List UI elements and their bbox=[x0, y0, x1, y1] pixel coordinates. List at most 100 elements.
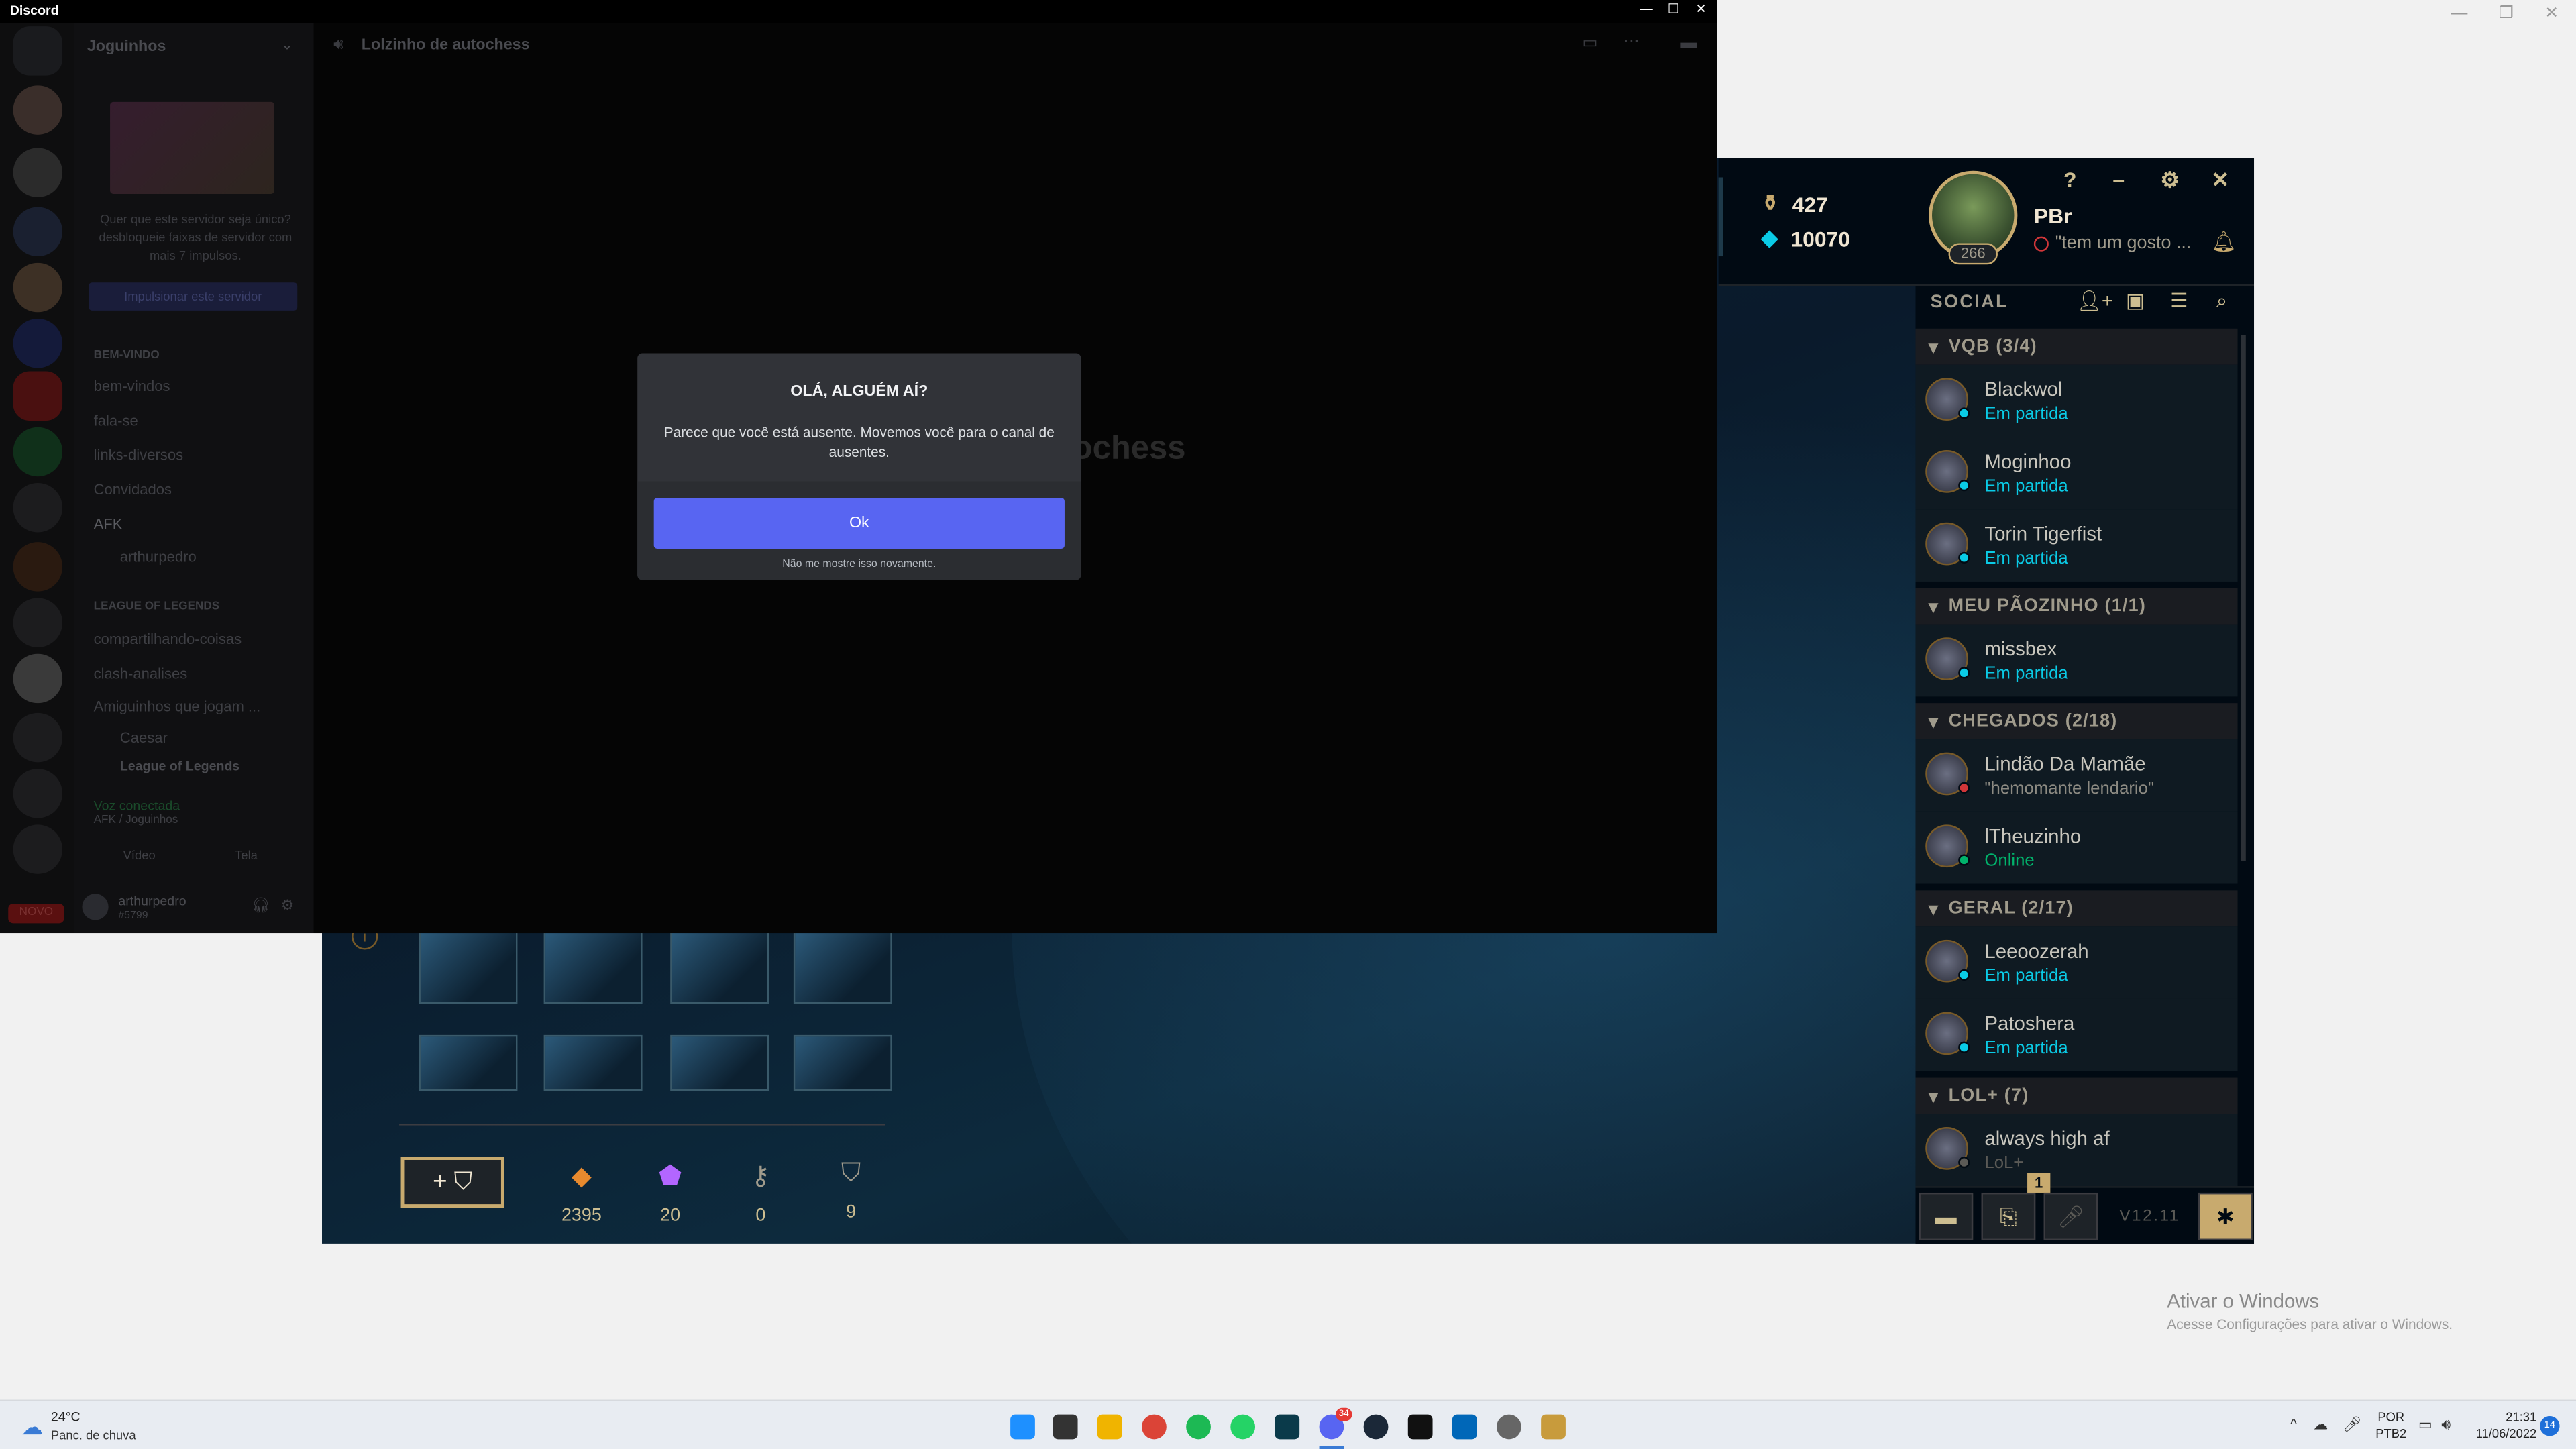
chat-icon[interactable]: ▬ bbox=[1680, 34, 1697, 52]
file-explorer-icon[interactable] bbox=[1097, 1414, 1122, 1440]
add-folder-icon[interactable]: ▣ bbox=[2126, 289, 2145, 312]
spotify-icon[interactable] bbox=[1186, 1414, 1211, 1440]
maximize-icon[interactable]: ☐ bbox=[1668, 1, 1680, 16]
avatar[interactable] bbox=[82, 894, 109, 920]
start-icon[interactable] bbox=[1010, 1414, 1035, 1440]
server-icon[interactable] bbox=[13, 319, 63, 368]
network-icon[interactable]: ▭ bbox=[2418, 1416, 2432, 1434]
ok-button[interactable]: Ok bbox=[653, 498, 1065, 549]
friend-group-header[interactable]: ▾ LOL+ (7) bbox=[1915, 1077, 2238, 1114]
friend-row[interactable]: Torin Tigerfist Em partida bbox=[1915, 509, 2238, 582]
search-icon[interactable]: ⌕ bbox=[2216, 289, 2227, 314]
discord-home-icon[interactable] bbox=[13, 26, 63, 76]
server-name[interactable]: Joguinhos bbox=[87, 38, 166, 56]
be-currency[interactable]: ◆ 10070 bbox=[1761, 225, 1850, 252]
friend-row[interactable]: Moginhoo Em partida bbox=[1915, 437, 2238, 510]
friend-row[interactable]: lTheuzinho Online bbox=[1915, 811, 2238, 884]
dont-show-again-link[interactable]: Não me mostre isso novamente. bbox=[637, 559, 1081, 570]
server-icon[interactable] bbox=[13, 824, 63, 874]
server-icon[interactable] bbox=[13, 653, 63, 704]
loot-item-tile[interactable] bbox=[793, 931, 892, 1004]
weather-desc[interactable]: Panc. de chuva bbox=[51, 1428, 136, 1442]
friend-row[interactable]: always high af LoL+ bbox=[1915, 1114, 2238, 1187]
league-launcher-icon[interactable] bbox=[1275, 1414, 1300, 1440]
bell-icon[interactable]: 🔔︎ bbox=[2211, 230, 2236, 253]
voice-user[interactable]: arthurpedro bbox=[120, 549, 197, 565]
loot-item-tile[interactable] bbox=[543, 931, 643, 1004]
help-button[interactable]: ? bbox=[2063, 168, 2076, 193]
onedrive-icon[interactable]: ☁ bbox=[2313, 1416, 2328, 1434]
channel-item[interactable]: compartilhando-coisas bbox=[94, 631, 242, 647]
close-button[interactable]: ✕ bbox=[2211, 168, 2229, 194]
server-icon[interactable] bbox=[13, 207, 63, 257]
video-button[interactable]: Vídeo bbox=[123, 848, 156, 863]
friend-row[interactable]: Lindão Da Mamãe "hemomante lendario" bbox=[1915, 739, 2238, 812]
voice-channel-item[interactable]: AFK bbox=[94, 516, 123, 532]
channel-item[interactable]: links-diversos bbox=[94, 447, 184, 463]
language-indicator[interactable]: POR PTB2 bbox=[2375, 1409, 2406, 1442]
server-icon[interactable] bbox=[13, 712, 63, 763]
minimize-icon[interactable]: — bbox=[2451, 5, 2467, 23]
social-scrollbar[interactable] bbox=[2241, 335, 2246, 861]
category-header[interactable]: LEAGUE OF LEGENDS bbox=[94, 601, 220, 612]
volume-icon[interactable]: 🔊︎ bbox=[2441, 1416, 2451, 1434]
loot-item-tile[interactable] bbox=[543, 1034, 643, 1091]
chrome-icon[interactable] bbox=[1142, 1414, 1167, 1440]
weather-temp[interactable]: 24°C bbox=[51, 1409, 80, 1424]
boost-server-button[interactable]: Impulsionar este servidor bbox=[89, 282, 298, 311]
popout-icon[interactable]: ▭ bbox=[1582, 34, 1597, 52]
channel-item[interactable]: clash-analises bbox=[94, 665, 188, 682]
minimize-button[interactable]: – bbox=[2112, 168, 2125, 193]
rp-currency[interactable]: ⚱ 427 bbox=[1761, 191, 1827, 217]
server-icon[interactable] bbox=[13, 262, 63, 313]
voice-channel-item[interactable]: Convidados bbox=[94, 482, 172, 498]
friend-row[interactable]: Patoshera Em partida bbox=[1915, 998, 2238, 1071]
task-view-icon[interactable] bbox=[1053, 1414, 1078, 1440]
chat-icon[interactable]: ▬ bbox=[1919, 1192, 1974, 1240]
server-icon[interactable] bbox=[13, 483, 63, 533]
friend-row[interactable]: Blackwol Em partida bbox=[1915, 364, 2238, 437]
settings-gear-icon[interactable]: ⚙ bbox=[281, 897, 294, 915]
friend-row[interactable]: Leeoozerah Em partida bbox=[1915, 926, 2238, 999]
notifications-button[interactable]: ⎘ bbox=[1981, 1192, 2036, 1240]
store-icon[interactable] bbox=[1452, 1414, 1477, 1440]
settings-gear-icon[interactable]: ⚙ bbox=[2160, 168, 2180, 194]
loot-item-tile[interactable] bbox=[793, 1034, 892, 1091]
server-icon[interactable] bbox=[13, 769, 63, 818]
friend-row[interactable]: missbex Em partida bbox=[1915, 624, 2238, 697]
channel-item[interactable]: fala-se bbox=[94, 413, 138, 429]
voice-channel-item[interactable]: Amiguinhos que jogam ... bbox=[94, 698, 261, 714]
server-icon[interactable] bbox=[13, 427, 63, 477]
chevron-up-icon[interactable]: ^ bbox=[2290, 1416, 2297, 1432]
category-header[interactable]: BEM-VINDO bbox=[94, 350, 160, 362]
microphone-icon[interactable]: 🎤︎ bbox=[2343, 1416, 2361, 1434]
restore-icon[interactable]: ❐ bbox=[2499, 5, 2514, 23]
loot-item-tile[interactable] bbox=[670, 1034, 769, 1091]
close-icon[interactable]: ✕ bbox=[1695, 1, 1706, 16]
app-icon[interactable] bbox=[1407, 1414, 1433, 1440]
list-view-icon[interactable]: ☰ bbox=[2170, 289, 2188, 312]
more-options-icon[interactable]: ⋯ bbox=[1623, 33, 1640, 51]
loot-item-tile[interactable] bbox=[670, 931, 769, 1004]
whatsapp-icon[interactable] bbox=[1230, 1414, 1256, 1440]
server-icon[interactable] bbox=[13, 598, 63, 647]
player-name[interactable]: PBr bbox=[2034, 204, 2072, 229]
friend-group-header[interactable]: ▾ CHEGADOS (2/18) bbox=[1915, 703, 2238, 740]
friend-group-header[interactable]: ▾ VQB (3/4) bbox=[1915, 328, 2238, 365]
chevron-down-icon[interactable]: ⌄ bbox=[281, 36, 293, 54]
server-icon[interactable] bbox=[13, 148, 63, 197]
notification-badge[interactable]: 14 bbox=[2540, 1416, 2560, 1436]
friend-group-header[interactable]: ▾ GERAL (2/17) bbox=[1915, 890, 2238, 927]
server-icon[interactable] bbox=[13, 371, 63, 421]
league-client-icon[interactable] bbox=[1541, 1414, 1566, 1440]
server-icon[interactable] bbox=[13, 85, 63, 135]
close-icon[interactable]: ✕ bbox=[2545, 5, 2559, 23]
friend-group-header[interactable]: ▾ MEU PÃOZINHO (1/1) bbox=[1915, 588, 2238, 625]
voice-user[interactable]: Caesar bbox=[120, 729, 168, 745]
minimize-icon[interactable]: — bbox=[1640, 1, 1653, 16]
add-chest-button[interactable]: + ⛉ bbox=[400, 1157, 504, 1208]
loot-item-tile[interactable] bbox=[419, 1034, 518, 1091]
settings-gear-icon[interactable] bbox=[1497, 1414, 1521, 1440]
microphone-icon[interactable]: 🎤︎ bbox=[2043, 1192, 2098, 1240]
clock[interactable]: 21:31 11/06/2022 bbox=[2464, 1409, 2537, 1442]
